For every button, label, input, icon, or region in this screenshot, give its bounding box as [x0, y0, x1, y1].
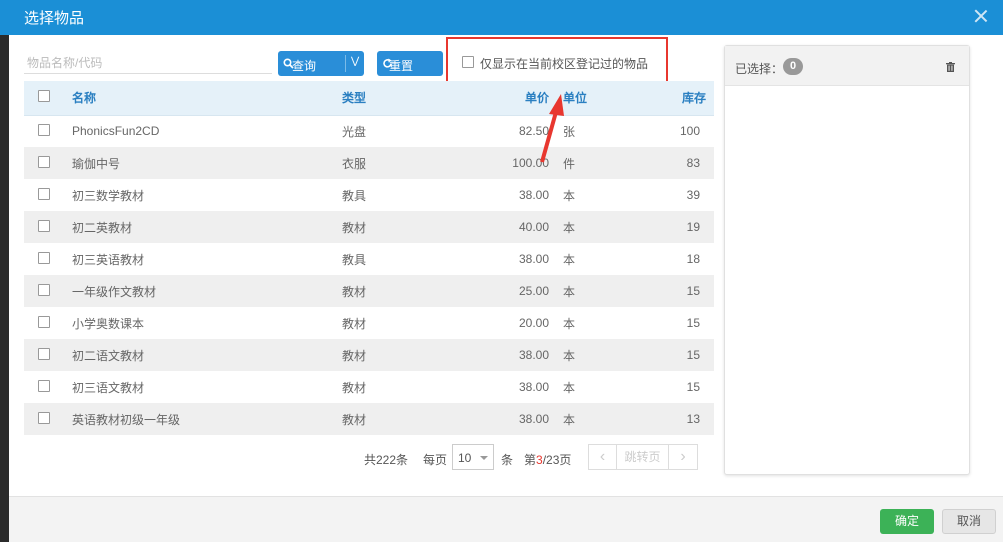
row-checkbox-cell: [24, 275, 64, 307]
row-checkbox[interactable]: [38, 251, 50, 264]
row-checkbox-cell: [24, 243, 64, 275]
cell-type: 教材: [334, 403, 449, 435]
cell-type: 教材: [342, 380, 367, 395]
current-page: 3: [536, 453, 543, 467]
selected-panel-header: 已选择： 0: [725, 46, 969, 86]
cell-name: 初二语文教材: [64, 339, 334, 371]
row-checkbox[interactable]: [38, 379, 50, 392]
cell-type: 教具: [342, 252, 367, 267]
annotation-arrow: [540, 94, 564, 163]
cell-name: 一年级作文教材: [64, 275, 334, 307]
cell-stock: 19: [609, 211, 714, 243]
cell-price: 25.00: [449, 275, 549, 307]
confirm-button[interactable]: 确定: [880, 509, 934, 534]
cell-unit: 本: [563, 252, 576, 267]
cell-stock: 15: [686, 380, 700, 394]
row-checkbox[interactable]: [38, 315, 50, 328]
cell-stock: 18: [686, 252, 700, 266]
row-checkbox[interactable]: [38, 283, 50, 296]
row-checkbox[interactable]: [38, 219, 50, 232]
cell-type: 教材: [334, 339, 449, 371]
page-nav: ‹ 跳转页 ›: [588, 444, 698, 470]
row-checkbox-cell: [24, 371, 64, 403]
table-row[interactable]: 初三语文教材 教材 38.00 本 15: [24, 371, 714, 403]
cell-stock: 15: [686, 316, 700, 330]
table-row[interactable]: 小学奥数课本 教材 20.00 本 15: [24, 307, 714, 339]
selected-label: 已选择：: [735, 62, 784, 76]
table-row[interactable]: 初二语文教材 教材 38.00 本 15: [24, 339, 714, 371]
row-checkbox-cell: [24, 211, 64, 243]
cell-stock: 13: [609, 403, 714, 435]
row-checkbox-cell: [24, 339, 64, 371]
cell-name: 初三语文教材: [72, 380, 145, 395]
per-page-label: 每页: [423, 453, 448, 467]
prev-page-button[interactable]: ‹: [589, 445, 617, 469]
cell-unit: 本: [549, 403, 609, 435]
row-checkbox[interactable]: [38, 411, 50, 424]
table-row[interactable]: 初三英语教材 教具 38.00 本 18: [24, 243, 714, 275]
page-indicator: 第3/23页: [524, 451, 571, 468]
select-item-dialog: 选择物品 查询 ⋁ 重置 仅显示在当前校区登记过的物品 名称 类型 单价 单位 …: [0, 0, 1003, 542]
table-row[interactable]: 一年级作文教材 教材 25.00 本 15: [24, 275, 714, 307]
page-suffix: /23页: [542, 453, 572, 467]
row-checkbox[interactable]: [38, 347, 50, 360]
cell-unit: 本: [549, 275, 609, 307]
cell-type: 教材: [334, 275, 449, 307]
cell-price: 38.00: [518, 252, 549, 266]
cell-type: 教材: [334, 211, 449, 243]
cell-price: 38.00: [518, 380, 549, 394]
cancel-button[interactable]: 取消: [942, 509, 996, 534]
cell-stock: 15: [609, 339, 714, 371]
cell-stock: 15: [609, 275, 714, 307]
cell-unit: 本: [549, 211, 609, 243]
row-checkbox-cell: [24, 307, 64, 339]
per-page-unit: 条: [501, 453, 514, 467]
cell-price: 40.00: [449, 211, 549, 243]
table-row[interactable]: 英语教材初级一年级 教材 38.00 本 13: [24, 403, 714, 435]
per-page-value: 10: [458, 451, 472, 465]
cell-price: 20.00: [518, 316, 549, 330]
cell-price: 38.00: [449, 403, 549, 435]
dropdown-arrow-icon: [480, 456, 488, 460]
cell-name: 英语教材初级一年级: [64, 403, 334, 435]
cell-unit: 本: [563, 316, 576, 331]
total-count: 共222条: [364, 453, 409, 467]
per-page-select[interactable]: 10: [452, 444, 494, 470]
dialog-footer: 确定 取消: [9, 496, 1003, 542]
close-icon[interactable]: [971, 6, 991, 26]
cell-unit: 本: [549, 339, 609, 371]
cell-name: 初三英语教材: [72, 252, 145, 267]
cell-unit: 本: [563, 380, 576, 395]
next-page-button[interactable]: ›: [669, 445, 697, 469]
page-prefix: 第: [524, 453, 537, 467]
cell-type: 教材: [342, 316, 367, 331]
selected-count-badge: 0: [783, 58, 803, 75]
row-checkbox-cell: [24, 403, 64, 435]
cell-price: 38.00: [449, 339, 549, 371]
trash-icon[interactable]: [946, 62, 955, 72]
selected-items-panel: 已选择： 0: [724, 45, 970, 475]
cell-name: 初二英教材: [64, 211, 334, 243]
table-row[interactable]: 初二英教材 教材 40.00 本 19: [24, 211, 714, 243]
jump-page-button[interactable]: 跳转页: [617, 445, 669, 469]
cell-name: 小学奥数课本: [72, 316, 145, 331]
